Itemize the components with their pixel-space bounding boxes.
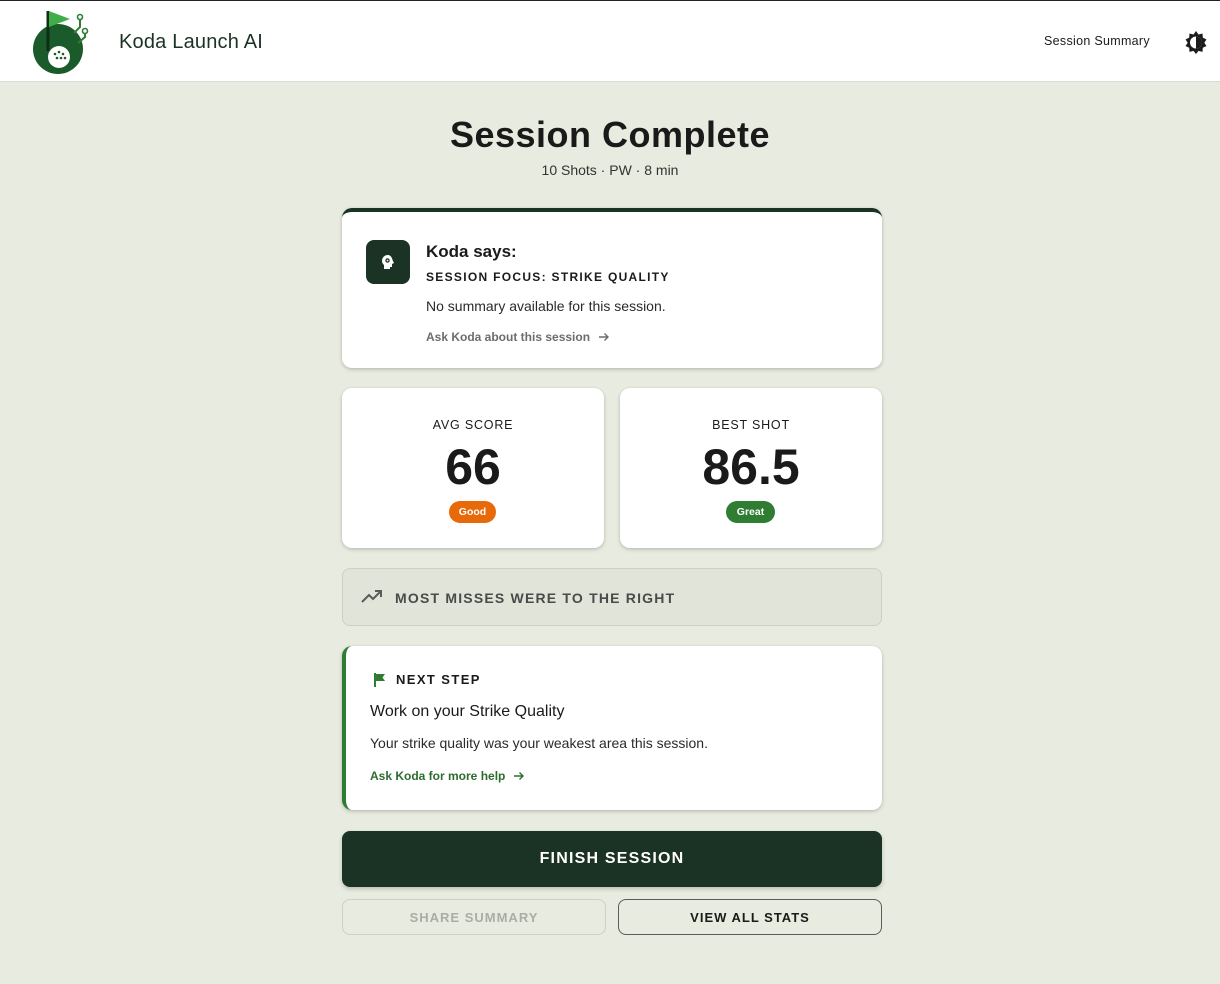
ask-koda-help-link[interactable]: Ask Koda for more help xyxy=(370,769,525,783)
miss-tendency-banner: MOST MISSES WERE TO THE RIGHT xyxy=(342,568,882,626)
miss-tendency-text: MOST MISSES WERE TO THE RIGHT xyxy=(395,590,676,606)
top-bar: Koda Launch AI Session Summary xyxy=(0,0,1220,82)
best-shot-value: 86.5 xyxy=(702,439,800,495)
view-all-stats-button[interactable]: VIEW ALL STATS xyxy=(618,899,882,935)
session-meta: 10 Shots · PW · 8 min xyxy=(541,162,679,178)
share-summary-button[interactable]: SHARE SUMMARY xyxy=(342,899,606,935)
koda-heading: Koda says: xyxy=(426,242,517,261)
nav-session-summary[interactable]: Session Summary xyxy=(1044,34,1150,48)
next-step-description: Your strike quality was your weakest are… xyxy=(370,735,708,751)
brightness-toggle-icon[interactable] xyxy=(1184,30,1208,54)
best-shot-label: BEST SHOT xyxy=(712,418,790,432)
ask-koda-session-link[interactable]: Ask Koda about this session xyxy=(426,330,610,344)
avg-score-card: AVG SCORE 66 Good xyxy=(342,388,604,548)
best-shot-card: BEST SHOT 86.5 Great xyxy=(620,388,882,548)
golf-logo-icon[interactable] xyxy=(30,7,90,75)
finish-session-button[interactable]: FINISH SESSION xyxy=(342,831,882,887)
ask-koda-help-label: Ask Koda for more help xyxy=(370,769,506,783)
coach-head-icon xyxy=(366,240,410,284)
avg-score-value: 66 xyxy=(445,439,501,495)
session-focus: SESSION FOCUS: STRIKE QUALITY xyxy=(426,270,670,284)
next-step-title: Work on your Strike Quality xyxy=(370,703,565,720)
app-title: Koda Launch AI xyxy=(119,31,264,53)
flag-icon xyxy=(372,672,388,688)
summary-text: No summary available for this session. xyxy=(426,298,666,314)
arrow-right-icon xyxy=(599,333,610,341)
ask-koda-session-label: Ask Koda about this session xyxy=(426,330,591,344)
best-shot-badge: Great xyxy=(726,501,775,523)
next-step-label: NEXT STEP xyxy=(396,672,481,687)
koda-summary-card: Koda says: SESSION FOCUS: STRIKE QUALITY… xyxy=(342,208,882,368)
avg-score-badge: Good xyxy=(449,501,496,523)
page-title: Session Complete xyxy=(449,114,771,155)
arrow-right-icon xyxy=(514,772,525,780)
next-step-card: NEXT STEP Work on your Strike Quality Yo… xyxy=(342,646,882,810)
trending-up-icon xyxy=(361,587,383,607)
avg-score-label: AVG SCORE xyxy=(432,418,514,432)
